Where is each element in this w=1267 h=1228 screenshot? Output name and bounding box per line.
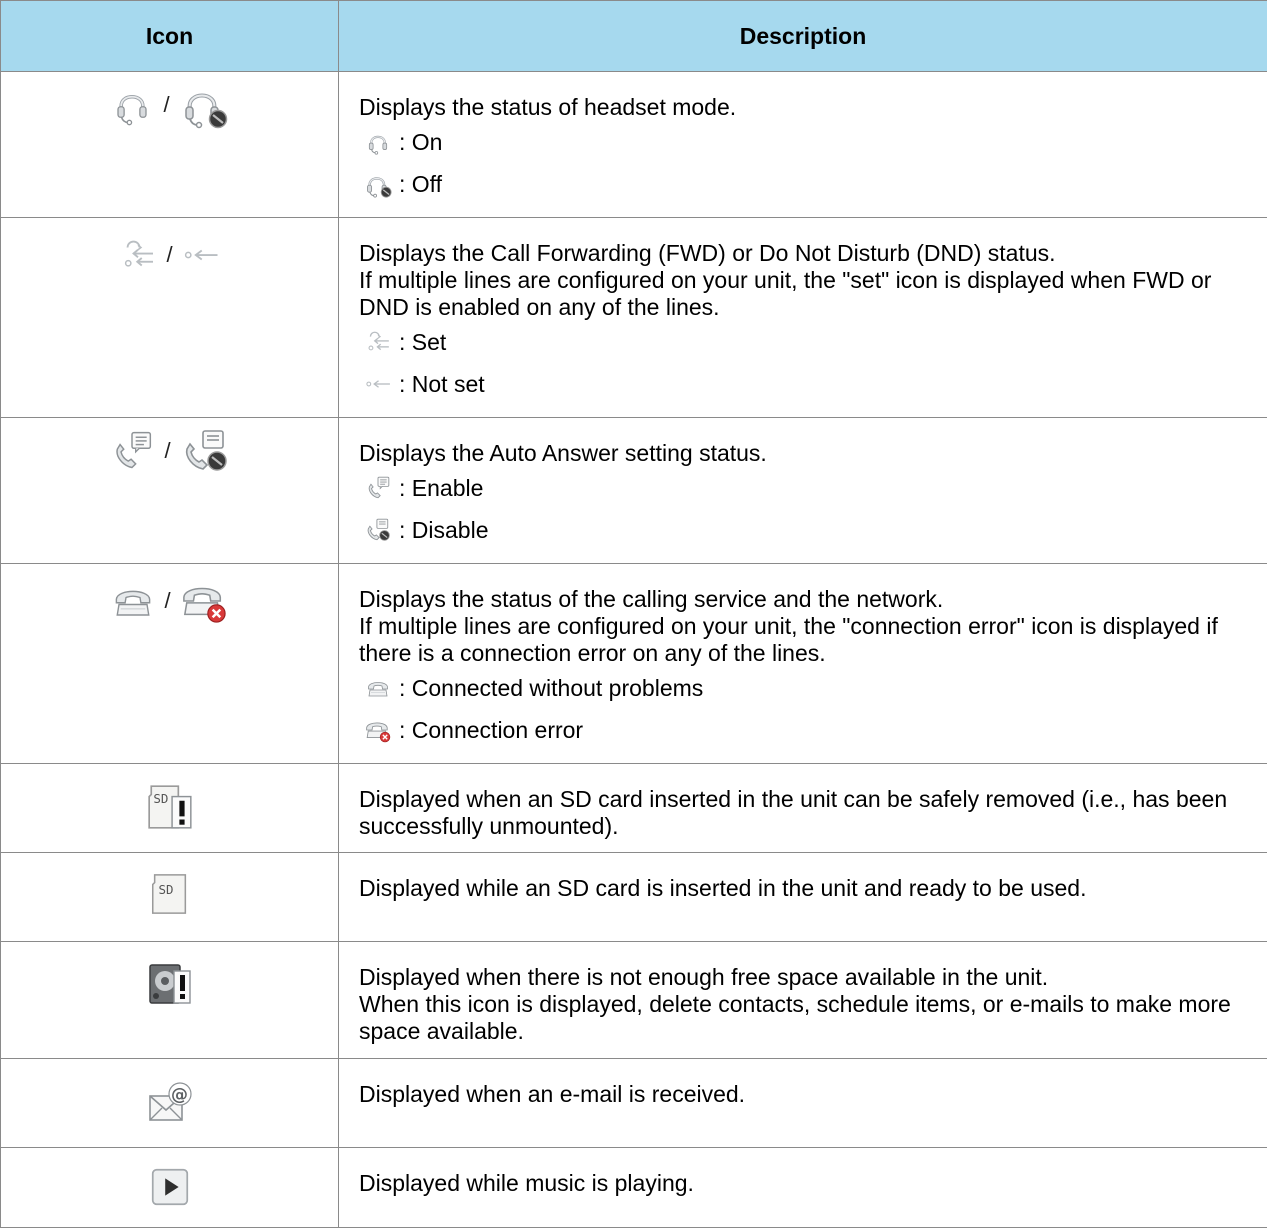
table-row: SD Displayed when an SD card inserted in… <box>1 764 1267 853</box>
fwd-dnd-notset-icon <box>363 369 393 399</box>
description-text: Displayed when an e-mail is received. <box>359 1081 1249 1108</box>
description-cell: Displays the status of the calling servi… <box>339 564 1267 764</box>
phone-connected-icon <box>112 580 154 622</box>
description-text: Displays the Call Forwarding (FWD) or Do… <box>359 240 1249 267</box>
icon-cell: / <box>1 418 339 564</box>
description-cell: Displays the Call Forwarding (FWD) or Do… <box>339 218 1267 418</box>
fwd-dnd-set-icon <box>363 327 393 357</box>
legend-item: : On <box>359 121 1249 163</box>
table-row: / Displays the Auto Answer setting statu… <box>1 418 1267 564</box>
music-playing-icon <box>147 1164 193 1210</box>
legend-label: : Not set <box>399 371 485 398</box>
description-text: Displays the status of the calling servi… <box>359 586 1249 613</box>
sd-card-warning-icon: SD <box>145 782 195 832</box>
auto-answer-icon <box>110 429 154 473</box>
header-description: Description <box>339 1 1267 72</box>
table-row: Displayed while music is playing. <box>1 1148 1267 1228</box>
fwd-dnd-set-icon <box>120 237 156 273</box>
table-row: / Displays the Call Forwarding (FWD) or … <box>1 218 1267 418</box>
description-cell: Displays the Auto Answer setting status.… <box>339 418 1267 564</box>
legend-item: : Off <box>359 163 1249 205</box>
description-text: When this icon is displayed, delete cont… <box>359 991 1249 1045</box>
description-cell: Displayed when an SD card inserted in th… <box>339 764 1267 853</box>
description-cell: Displayed when an e-mail is received. <box>339 1059 1267 1148</box>
legend-item: : Not set <box>359 363 1249 405</box>
icon-cell: SD <box>1 764 339 853</box>
description-cell: Displayed when there is not enough free … <box>339 942 1267 1059</box>
headset-off-icon <box>363 169 393 199</box>
legend-label: : Off <box>399 171 442 198</box>
description-text: Displays the Auto Answer setting status. <box>359 440 1249 467</box>
fwd-dnd-notset-icon <box>183 237 219 273</box>
phone-connection-error-icon <box>363 715 393 745</box>
description-text: If multiple lines are configured on your… <box>359 613 1249 667</box>
separator: / <box>164 588 170 614</box>
description-text: If multiple lines are configured on your… <box>359 267 1249 321</box>
storage-full-icon <box>146 959 194 1007</box>
legend-item: : Connection error <box>359 709 1249 751</box>
description-text: Displayed while music is playing. <box>359 1170 1249 1197</box>
svg-text:SD: SD <box>158 882 173 897</box>
description-text: Displayed while an SD card is inserted i… <box>359 875 1249 902</box>
phone-connected-icon <box>363 673 393 703</box>
description-cell: Displayed while music is playing. <box>339 1148 1267 1228</box>
headset-icon <box>363 127 393 157</box>
auto-answer-disabled-icon <box>181 427 229 475</box>
icon-cell: SD <box>1 853 339 942</box>
auto-answer-disabled-icon <box>363 515 393 545</box>
email-received-icon: @ <box>146 1078 194 1126</box>
icon-cell: / <box>1 218 339 418</box>
description-cell: Displayed while an SD card is inserted i… <box>339 853 1267 942</box>
legend-label: : Connection error <box>399 717 583 744</box>
sd-card-icon: SD <box>147 871 193 917</box>
header-icon: Icon <box>1 1 339 72</box>
legend-label: : On <box>399 129 442 156</box>
separator: / <box>166 242 172 268</box>
description-text: Displayed when there is not enough free … <box>359 964 1249 991</box>
legend-item: : Disable <box>359 509 1249 551</box>
icon-cell: @ <box>1 1059 339 1148</box>
icon-cell: / <box>1 564 339 764</box>
table-row: / Displays the status of headset mode. :… <box>1 72 1267 218</box>
legend-item: : Connected without problems <box>359 667 1249 709</box>
legend-label: : Connected without problems <box>399 675 703 702</box>
legend-item: : Set <box>359 321 1249 363</box>
description-text: Displays the status of headset mode. <box>359 94 1249 121</box>
headset-icon <box>111 84 153 126</box>
separator: / <box>163 92 169 118</box>
legend-label: : Set <box>399 329 446 356</box>
icon-description-table: Icon Description / Displ <box>0 0 1267 1228</box>
headset-off-icon <box>180 81 228 129</box>
table-row: @ Displayed when an e-mail is received. <box>1 1059 1267 1148</box>
description-text: Displayed when an SD card inserted in th… <box>359 786 1249 840</box>
svg-text:@: @ <box>171 1085 188 1105</box>
icon-cell <box>1 942 339 1059</box>
icon-cell <box>1 1148 339 1228</box>
table-header-row: Icon Description <box>1 1 1267 72</box>
legend-label: : Disable <box>399 517 488 544</box>
legend-label: : Enable <box>399 475 483 502</box>
description-cell: Displays the status of headset mode. : O… <box>339 72 1267 218</box>
separator: / <box>164 438 170 464</box>
legend-item: : Enable <box>359 467 1249 509</box>
table-row: SD Displayed while an SD card is inserte… <box>1 853 1267 942</box>
icon-cell: / <box>1 72 339 218</box>
phone-connection-error-icon <box>181 578 227 624</box>
auto-answer-icon <box>363 473 393 503</box>
svg-text:SD: SD <box>153 791 168 806</box>
table-row: / Displays the status of the calling ser… <box>1 564 1267 764</box>
table-row: Displayed when there is not enough free … <box>1 942 1267 1059</box>
